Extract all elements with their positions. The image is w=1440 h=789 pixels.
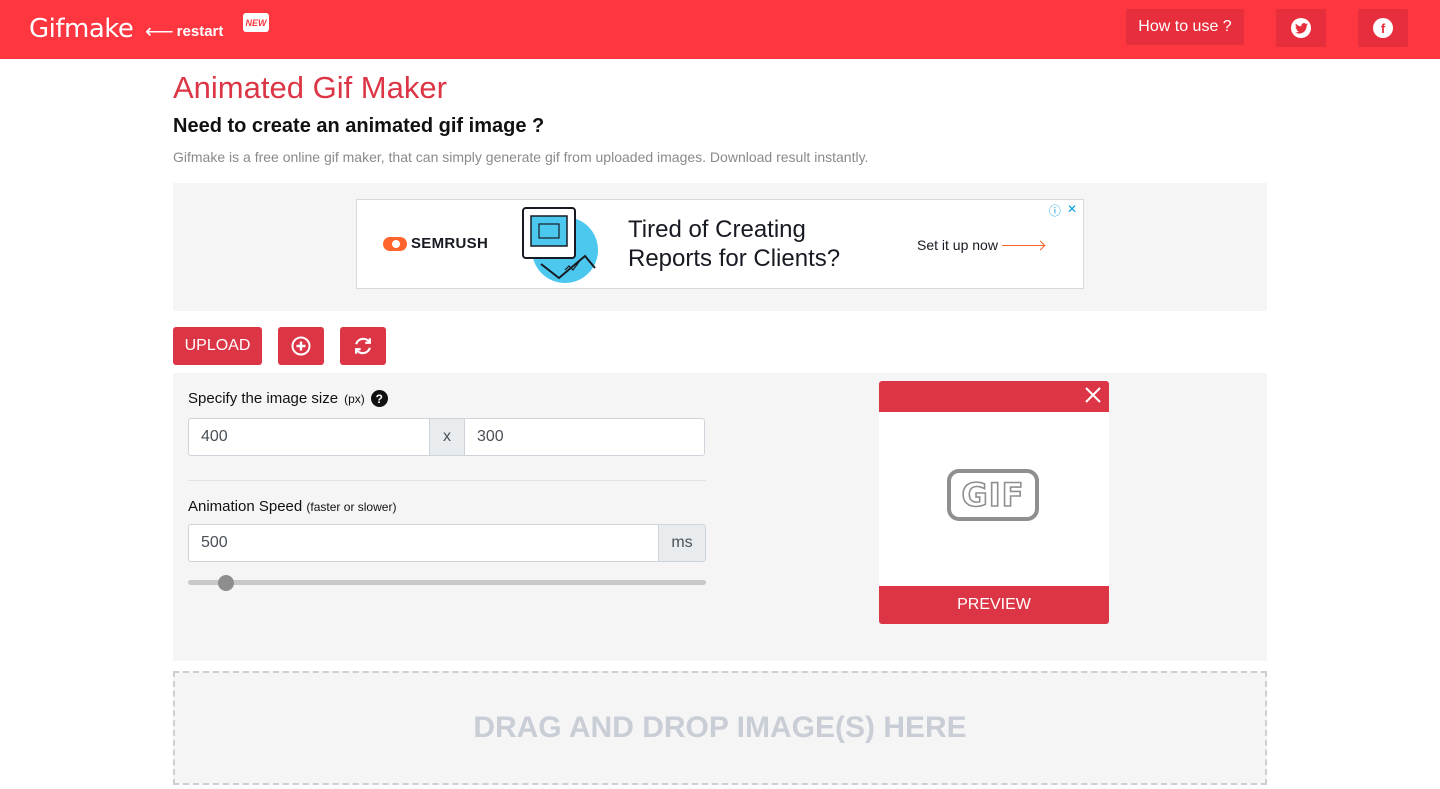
facebook-button[interactable]: f [1358, 9, 1408, 47]
speed-input[interactable]: 500 [188, 524, 659, 562]
plus-circle-icon [291, 336, 311, 356]
ad-headline: Tired of Creating Reports for Clients? [628, 215, 840, 273]
slider-track[interactable] [188, 580, 706, 585]
slider-thumb[interactable] [218, 575, 234, 591]
speed-unit: ms [659, 524, 706, 562]
animation-speed-hint: (faster or slower) [306, 500, 397, 514]
page-title: Animated Gif Maker [173, 70, 447, 105]
semrush-flame-icon [383, 236, 407, 251]
top-navbar: Gifmake ⟵ restart NEW How to use ? f [0, 0, 1440, 59]
settings-panel: Specify the image size (px) ? 400 x 300 … [173, 373, 1267, 661]
question-circle-icon[interactable]: ? [370, 390, 388, 407]
ad-cta-link[interactable]: Set it up now [917, 237, 1044, 253]
ad-container: SEMRUSH Tired of Creating Reports for Cl… [173, 183, 1267, 311]
ad-brand-name: SEMRUSH [411, 235, 489, 252]
new-badge: NEW [243, 13, 269, 32]
animation-speed-label-text: Animation Speed [188, 498, 303, 515]
image-size-group: 400 x 300 [188, 418, 705, 456]
refresh-button[interactable] [340, 327, 386, 365]
restart-label: restart [176, 23, 224, 40]
image-size-label-text: Specify the image size [188, 390, 339, 407]
gif-icon: GIF [947, 469, 1039, 521]
twitter-icon [1291, 18, 1311, 38]
ad-illustration [522, 207, 598, 283]
ad-headline-line1: Tired of Creating [628, 216, 806, 243]
ad-brand-logo: SEMRUSH [383, 235, 488, 252]
drop-zone-label: DRAG AND DROP IMAGE(S) HERE [473, 711, 967, 744]
height-input[interactable]: 300 [464, 418, 705, 456]
ad-headline-line2: Reports for Clients? [628, 245, 841, 272]
restart-link[interactable]: ⟵ restart [145, 20, 224, 43]
size-separator: x [430, 418, 464, 456]
ad-banner[interactable]: SEMRUSH Tired of Creating Reports for Cl… [356, 199, 1084, 289]
preview-card: GIF PREVIEW [879, 381, 1109, 624]
upload-button[interactable]: UPLOAD [173, 327, 262, 365]
page-description: Gifmake is a free online gif maker, that… [173, 149, 869, 165]
width-input[interactable]: 400 [188, 418, 430, 456]
refresh-icon [355, 337, 371, 355]
arrow-left-icon: ⟵ [145, 20, 174, 43]
brand-logo[interactable]: Gifmake [29, 14, 134, 44]
animation-speed-label: Animation Speed (faster or slower) [188, 498, 396, 515]
drop-zone[interactable]: DRAG AND DROP IMAGE(S) HERE [173, 671, 1267, 785]
speed-slider[interactable] [188, 575, 706, 591]
info-icon[interactable]: ⓘ [1049, 202, 1061, 219]
ad-cta-label: Set it up now [917, 237, 998, 253]
arrow-right-icon [1001, 244, 1044, 246]
speed-group: 500 ms [188, 524, 706, 562]
divider [188, 480, 706, 481]
preview-header [879, 381, 1109, 412]
ad-choices[interactable]: ⓘ ✕ [1049, 202, 1077, 219]
twitter-button[interactable] [1276, 9, 1326, 47]
page-subtitle: Need to create an animated gif image ? [173, 115, 545, 137]
preview-button[interactable]: PREVIEW [879, 586, 1109, 624]
image-size-label: Specify the image size (px) ? [188, 390, 388, 407]
facebook-icon: f [1373, 18, 1393, 38]
how-to-use-button[interactable]: How to use ? [1126, 9, 1244, 45]
close-icon[interactable]: ✕ [1067, 202, 1077, 219]
add-image-button[interactable] [278, 327, 324, 365]
image-size-unit: (px) [344, 391, 365, 406]
close-icon[interactable] [1083, 385, 1103, 405]
